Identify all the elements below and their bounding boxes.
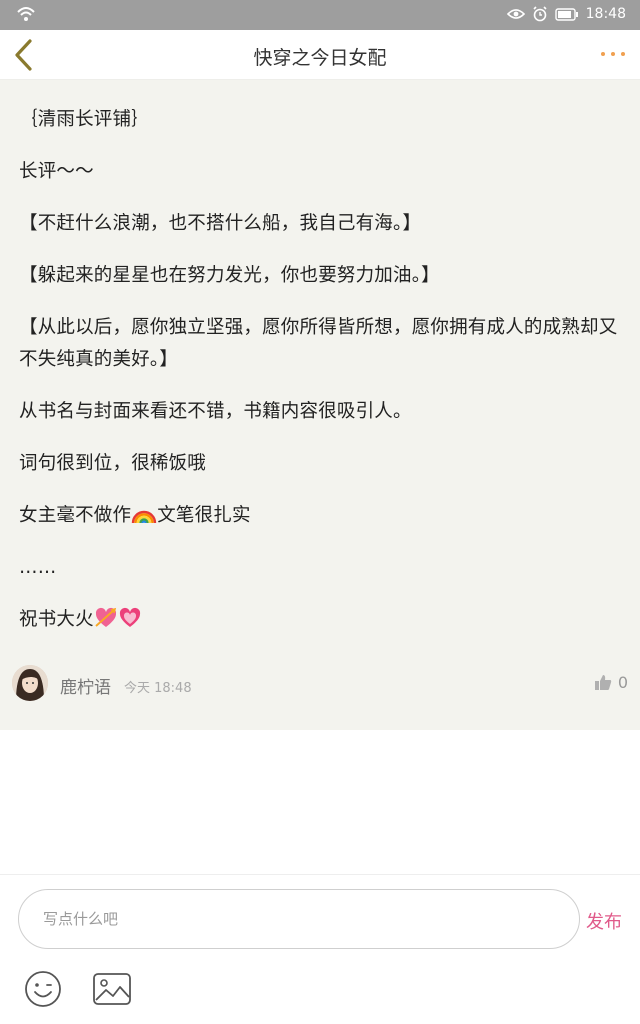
- thumbs-up-icon: [594, 675, 612, 690]
- rainbow-line-start: 女主毫不做作: [19, 505, 132, 526]
- review-paragraph: 从书名与封面来看还不错，书籍内容很吸引人。: [19, 401, 412, 422]
- sparkling-heart-icon: [119, 607, 140, 627]
- review-card: ｛清雨长评铺｝ 长评～～ 【不赶什么浪潮，也不搭什么船，我自己有海。】 【躲起来…: [0, 80, 640, 730]
- review-closing: 祝书大火: [19, 604, 621, 636]
- wifi-icon: [17, 7, 35, 21]
- like-count: 0: [617, 673, 628, 692]
- publish-button[interactable]: 发布: [586, 908, 622, 934]
- status-bar: 18:48: [0, 0, 640, 30]
- eye-icon: [506, 9, 525, 19]
- rainbow-icon: [132, 510, 157, 524]
- review-paragraph: 长评～～: [19, 161, 94, 182]
- review-content: ｛清雨长评铺｝ 长评～～ 【不赶什么浪潮，也不搭什么船，我自己有海。】 【躲起来…: [19, 104, 621, 656]
- avatar[interactable]: [12, 665, 48, 701]
- more-dots-icon[interactable]: [600, 47, 626, 61]
- review-paragraph-rainbow: 女主毫不做作 文笔很扎实: [19, 500, 621, 532]
- review-paragraph: 词句很到位，很稀饭哦: [19, 453, 207, 474]
- comment-input[interactable]: [18, 889, 580, 949]
- page-title: 快穿之今日女配: [253, 47, 387, 69]
- top-navbar: 快穿之今日女配: [0, 30, 640, 80]
- like-button[interactable]: 0: [594, 673, 628, 692]
- emoji-icon[interactable]: [24, 970, 62, 1008]
- post-time: 今天 18:48: [124, 681, 192, 696]
- alarm-icon: [533, 6, 547, 22]
- comment-bar: 发布: [0, 874, 640, 1024]
- rainbow-line-end: 文笔很扎实: [157, 505, 251, 526]
- review-paragraph: 【不赶什么浪潮，也不搭什么船，我自己有海。】: [19, 213, 422, 234]
- review-paragraph: ｛清雨长评铺｝: [19, 109, 150, 130]
- heart-arrow-icon: [95, 607, 116, 627]
- author-name[interactable]: 鹿柠语: [60, 673, 111, 698]
- status-time: 18:48: [585, 6, 626, 22]
- closing-text: 祝书大火: [19, 609, 94, 630]
- review-paragraph: 【躲起来的星星也在努力发光，你也要努力加油。】: [19, 265, 440, 286]
- image-icon[interactable]: [92, 972, 132, 1006]
- author-row: 鹿柠语 今天 18:48 0: [12, 665, 628, 705]
- battery-icon: [554, 7, 578, 21]
- review-paragraph: 【从此以后，愿你独立坚强，愿你所得皆所想，愿你拥有成人的成熟却又不失纯真的美好。…: [19, 317, 618, 370]
- review-ellipsis: ……: [19, 557, 57, 578]
